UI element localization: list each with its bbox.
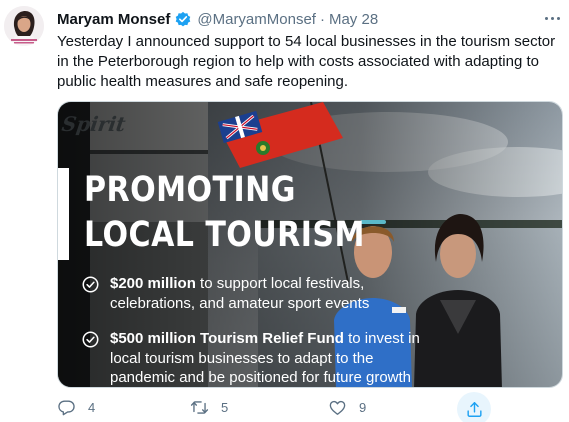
author-handle[interactable]: @MaryamMonsef [197,11,316,28]
retweet-count: 5 [221,400,229,415]
avatar[interactable] [4,6,44,46]
tweet-text-line: public health measures and safe reopenin… [57,73,349,90]
share-button[interactable] [457,392,491,422]
action-bar: 4 5 9 [57,392,527,422]
retweet-button[interactable]: 5 [190,398,228,417]
tweet-text: Yesterday I announced support to 54 loca… [57,32,557,92]
tweet-image[interactable]: PROMOTING LOCAL TOURISM $200 million to … [57,101,563,388]
tweet-text-line: in the Peterborough region to help with … [57,53,539,70]
tweet[interactable]: Maryam Monsef @MaryamMonsef · May 28 Yes… [0,0,569,422]
share-icon [466,401,482,417]
more-options-icon[interactable] [541,10,563,26]
author-name[interactable]: Maryam Monsef [57,11,170,28]
like-count: 9 [359,400,367,415]
headline-line2: LOCAL TOURISM [84,215,365,255]
tweet-header: Maryam Monsef @MaryamMonsef · May 28 [57,9,378,29]
reply-button[interactable]: 4 [57,398,95,417]
bullet-text: local tourism businesses to adapt to the [110,349,374,367]
bullet-bold: $500 million Tourism Relief Fund [110,330,344,347]
headline-line1: PROMOTING [84,170,296,210]
tweet-date[interactable]: May 28 [329,11,378,28]
retweet-icon [190,401,209,414]
tweet-text-line: Yesterday I announced support to 54 loca… [57,33,556,50]
bullet-text: to support local festivals, [195,275,365,292]
headline-accent-bar [58,168,69,260]
check-circle-icon [82,276,99,293]
bullet-bold: $200 million [110,275,196,292]
reply-icon [58,400,75,416]
boat-name-text: Spirit [60,112,128,136]
bullet-text: to invest in [343,330,420,347]
verified-badge-icon [176,11,191,27]
like-button[interactable]: 9 [328,398,366,417]
separator-dot: · [319,10,325,28]
bullet-text: pandemic and be positioned for future gr… [110,369,412,386]
check-circle-icon [82,331,99,348]
bullet-text: celebrations, and amateur sport events [110,294,370,312]
like-icon [329,400,346,415]
reply-count: 4 [88,400,96,415]
